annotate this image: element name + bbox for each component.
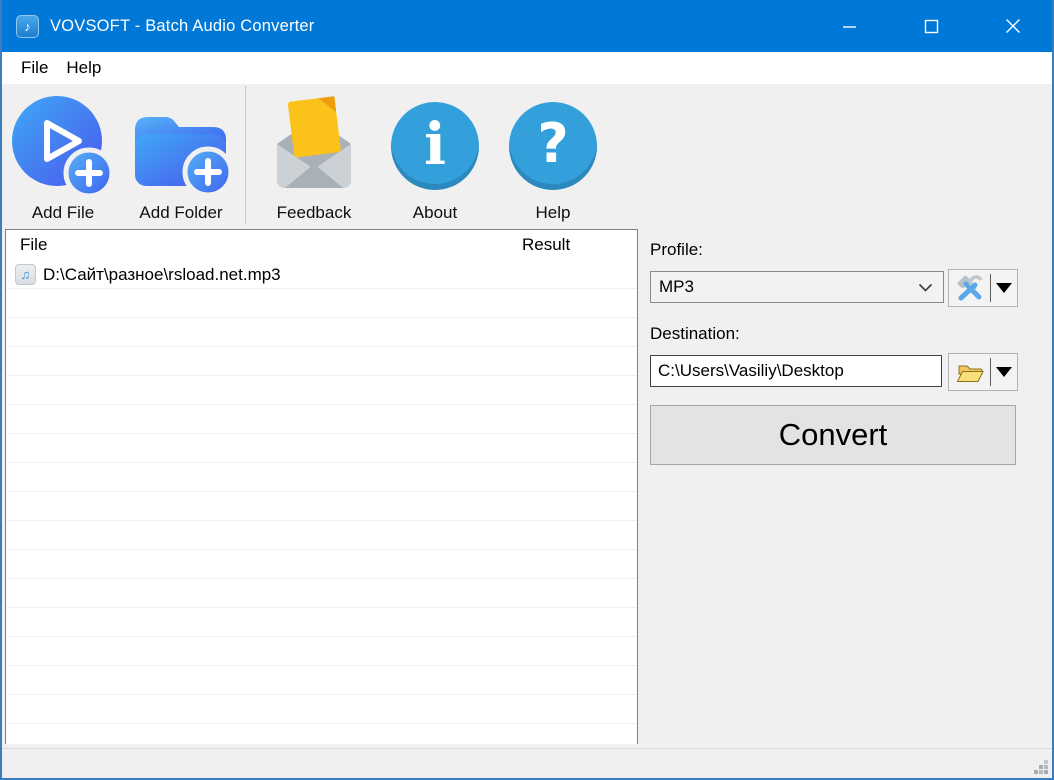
profile-label: Profile: <box>650 240 703 259</box>
add-file-icon <box>12 96 115 198</box>
titlebar[interactable]: ♪ VOVSOFT - Batch Audio Converter <box>2 0 1052 52</box>
feedback-label: Feedback <box>276 203 352 222</box>
about-button[interactable]: i About <box>376 84 494 228</box>
profile-edit-split-button <box>948 269 1018 307</box>
minimize-icon <box>842 25 856 28</box>
main-area: File Result ♫ D:\Сайт\разное\rsload.net.… <box>2 228 1052 748</box>
add-folder-label: Add Folder <box>139 203 223 222</box>
destination-label: Destination: <box>650 324 740 343</box>
info-glyph: i <box>423 110 447 178</box>
destination-options-dropdown[interactable] <box>991 367 1017 377</box>
file-path-cell: D:\Сайт\разное\rsload.net.mp3 <box>43 264 281 284</box>
question-glyph: ? <box>537 112 569 175</box>
help-label: Help <box>535 203 571 222</box>
dropdown-arrow-icon <box>996 283 1012 293</box>
minimize-button[interactable] <box>808 0 890 52</box>
column-header-file[interactable]: File <box>6 235 511 255</box>
add-file-label: Add File <box>31 203 95 222</box>
close-button[interactable] <box>972 0 1052 52</box>
destination-browse-split-button <box>948 353 1018 391</box>
dropdown-arrow-icon <box>996 367 1012 377</box>
profile-combobox[interactable]: MP3 <box>650 271 944 303</box>
resize-grip[interactable] <box>1033 759 1049 775</box>
profile-edit-button[interactable] <box>949 270 990 306</box>
app-window: ♪ VOVSOFT - Batch Audio Converter File H… <box>0 0 1054 780</box>
menubar: File Help <box>2 52 1052 84</box>
column-header-result[interactable]: Result <box>511 235 570 255</box>
help-button[interactable]: ? Help <box>494 84 612 228</box>
chevron-down-icon <box>918 283 933 292</box>
destination-input[interactable] <box>650 355 942 387</box>
add-folder-button[interactable]: Add Folder <box>122 84 240 228</box>
maximize-icon <box>924 19 938 33</box>
app-icon[interactable]: ♪ <box>16 14 39 38</box>
feedback-button[interactable]: Feedback <box>252 84 376 228</box>
help-question-icon: ? <box>509 102 597 190</box>
table-row[interactable]: ♫ D:\Сайт\разное\rsload.net.mp3 <box>6 260 637 289</box>
close-icon <box>1006 19 1020 33</box>
add-folder-icon <box>135 117 233 198</box>
menu-file[interactable]: File <box>12 55 57 81</box>
caption-buttons <box>808 0 1052 52</box>
about-label: About <box>412 203 458 222</box>
maximize-button[interactable] <box>890 0 972 52</box>
toolbar-separator <box>245 86 246 224</box>
feedback-envelope-icon <box>277 96 351 188</box>
open-folder-icon <box>956 365 984 382</box>
about-info-icon: i <box>391 102 479 190</box>
audio-file-icon: ♫ <box>15 264 36 285</box>
toolbar: Add File Add Folder Feedback i About ? H… <box>2 84 1052 228</box>
window-title: VOVSOFT - Batch Audio Converter <box>50 16 315 35</box>
tools-icon <box>957 275 983 301</box>
file-table: File Result ♫ D:\Сайт\разное\rsload.net.… <box>5 229 638 744</box>
profile-selected-value: MP3 <box>659 277 694 296</box>
statusbar <box>2 748 1052 778</box>
add-file-button[interactable]: Add File <box>4 84 122 228</box>
menu-help[interactable]: Help <box>57 55 110 81</box>
file-table-header: File Result <box>6 230 637 260</box>
convert-button[interactable]: Convert <box>650 405 1016 465</box>
profile-options-dropdown[interactable] <box>991 283 1017 293</box>
destination-browse-button[interactable] <box>949 354 990 390</box>
file-table-body: ♫ D:\Сайт\разное\rsload.net.mp3 <box>6 260 637 744</box>
